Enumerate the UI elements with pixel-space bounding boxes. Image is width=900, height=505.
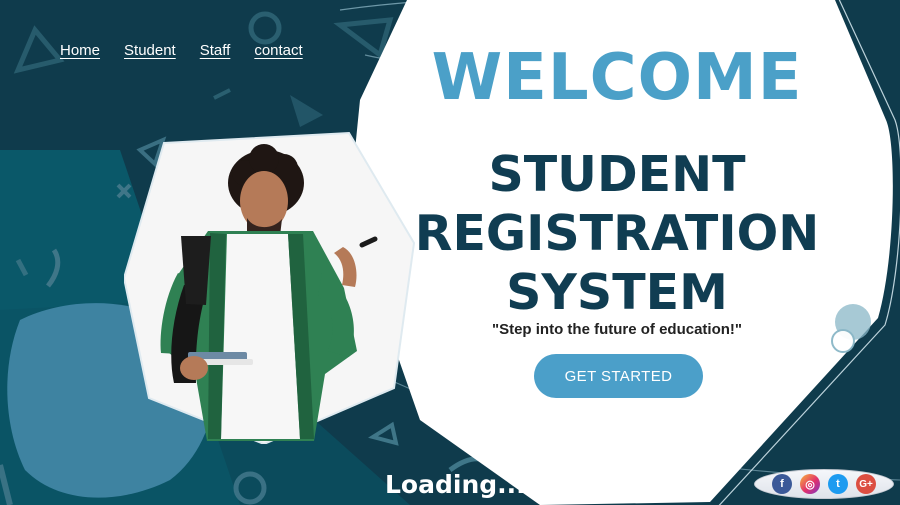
welcome-heading: WELCOME [431,41,803,115]
loading-text: Loading... [385,470,526,499]
hero-content: WELCOME STUDENT REGISTRATION SYSTEM "Ste… [392,0,842,505]
landing-page: Home Student Staff contact WELCOME STUDE… [0,0,900,505]
tagline: "Step into the future of education!" [491,321,743,338]
nav-link-student[interactable]: Student [124,42,176,59]
nav-link-staff[interactable]: Staff [200,42,231,59]
nav-link-contact[interactable]: contact [254,42,302,59]
page-title: STUDENT REGISTRATION SYSTEM [392,145,842,322]
google-plus-icon[interactable]: G+ [856,474,876,494]
get-started-button[interactable]: GET STARTED [534,354,703,398]
facebook-icon[interactable]: f [772,474,792,494]
twitter-icon[interactable]: t [828,474,848,494]
top-navigation: Home Student Staff contact [60,42,303,59]
social-links: f ◎ t G+ [754,469,894,499]
title-line-registration: REGISTRATION [414,205,820,262]
student-photo [124,131,416,444]
nav-link-home[interactable]: Home [60,42,100,59]
title-line-student: STUDENT [488,146,746,203]
instagram-icon[interactable]: ◎ [800,474,820,494]
title-line-system: SYSTEM [506,264,728,321]
